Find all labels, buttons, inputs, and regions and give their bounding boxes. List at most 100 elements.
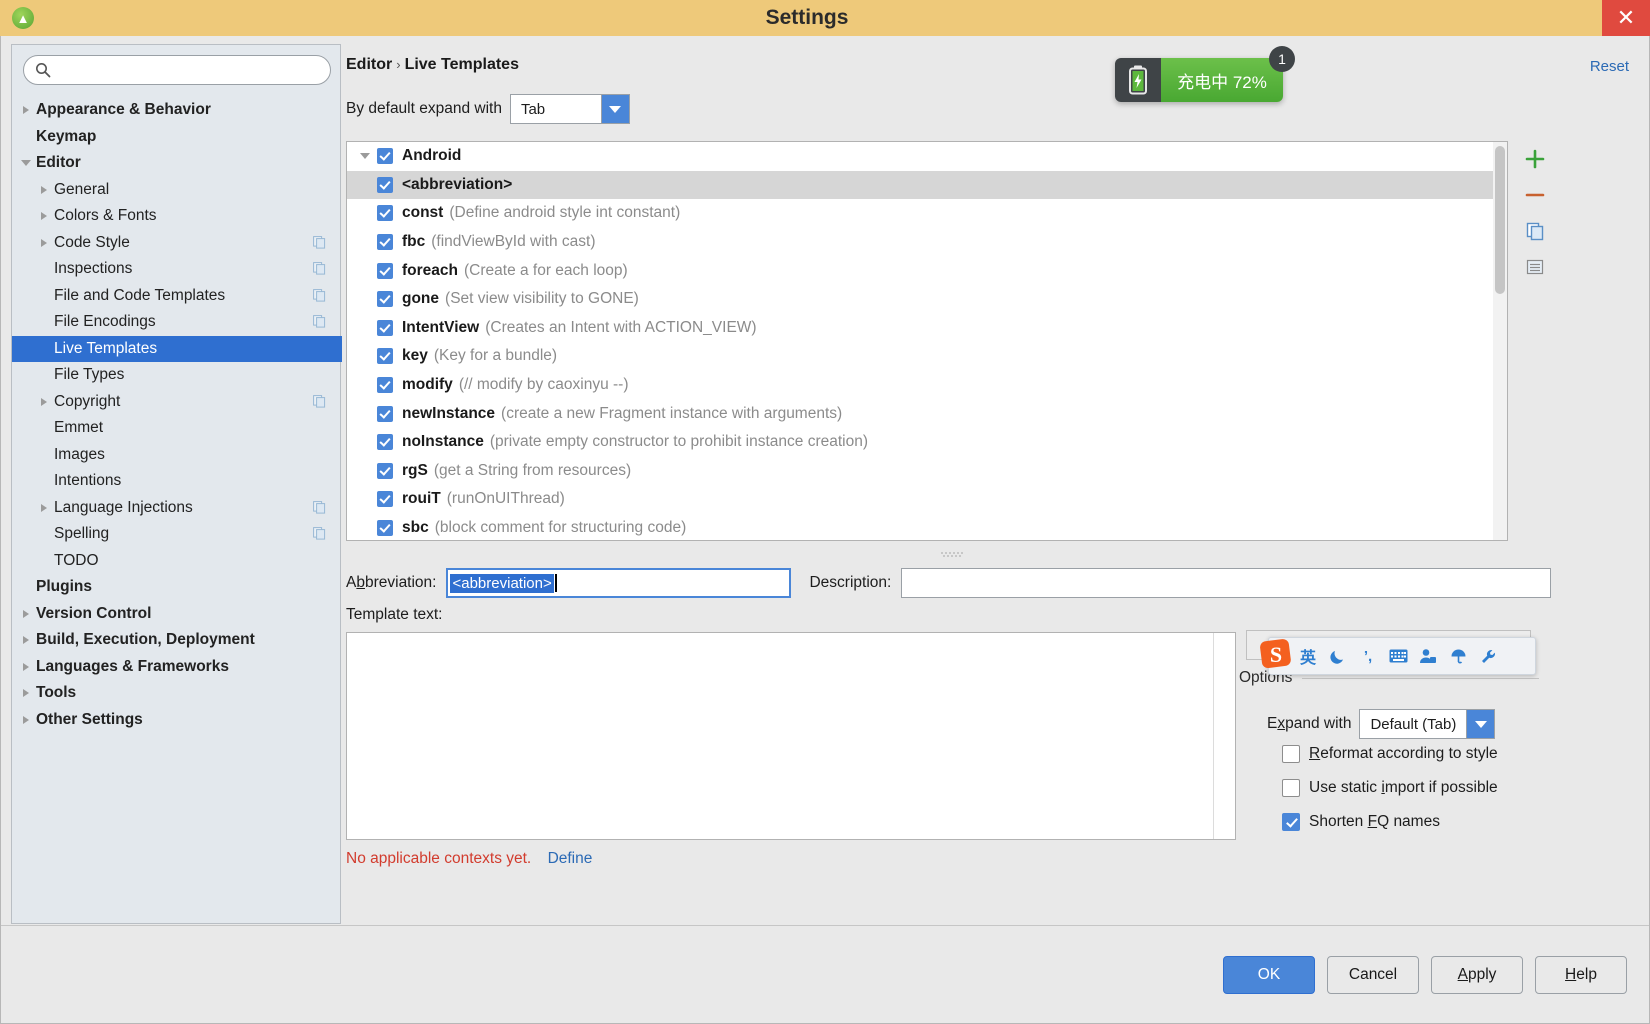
template-checkbox[interactable] (377, 462, 393, 479)
shorten-fq-checkbox[interactable] (1282, 813, 1300, 831)
define-context-link[interactable]: Define (548, 850, 593, 867)
template-row[interactable]: fbc (findViewById with cast) (347, 228, 1507, 257)
soft-keyboard-icon[interactable] (1383, 641, 1413, 671)
sidebar-item-version-control[interactable]: Version Control (12, 601, 342, 628)
default-expand-combobox[interactable]: Tab (509, 94, 630, 124)
sidebar-item-todo[interactable]: TODO (12, 548, 342, 575)
sidebar-item-live-templates[interactable]: Live Templates (12, 335, 342, 362)
breadcrumb-root[interactable]: Editor (346, 56, 392, 73)
sidebar-item-file-types[interactable]: File Types (12, 362, 342, 389)
template-checkbox[interactable] (377, 262, 393, 279)
chevron-right-icon[interactable] (34, 503, 54, 512)
sidebar-item-inspections[interactable]: Inspections (12, 256, 342, 283)
moon-icon[interactable] (1323, 641, 1353, 671)
sidebar-item-build-execution-deployment[interactable]: Build, Execution, Deployment (12, 627, 342, 654)
template-checkbox[interactable] (377, 291, 393, 308)
template-row[interactable]: newInstance (create a new Fragment instan… (347, 399, 1507, 428)
chevron-right-icon[interactable] (16, 636, 36, 645)
chevron-right-icon[interactable] (16, 662, 36, 671)
template-checkbox[interactable] (377, 520, 393, 537)
template-row[interactable]: foreach (Create a for each loop) (347, 256, 1507, 285)
sidebar-item-appearance-behavior[interactable]: Appearance & Behavior (12, 97, 342, 124)
sidebar-item-tools[interactable]: Tools (12, 680, 342, 707)
search-box[interactable] (23, 55, 331, 85)
sidebar-item-colors-fonts[interactable]: Colors & Fonts (12, 203, 342, 230)
template-row[interactable]: key (Key for a bundle) (347, 342, 1507, 371)
template-row[interactable]: <abbreviation> (347, 170, 1507, 200)
template-row[interactable]: sbc (block comment for structuring code) (347, 514, 1507, 540)
template-text-scrollbar[interactable] (1213, 633, 1235, 839)
template-checkbox[interactable] (377, 434, 393, 451)
static-import-checkbox-row[interactable]: Use static import if possible (1282, 779, 1498, 797)
template-row[interactable]: const (Define android style int constant) (347, 199, 1507, 228)
sidebar-item-copyright[interactable]: Copyright (12, 389, 342, 416)
sidebar-item-code-style[interactable]: Code Style (12, 230, 342, 257)
user-icon[interactable] (1413, 641, 1443, 671)
template-row[interactable]: IntentView (Creates an Intent with ACTION… (347, 314, 1507, 343)
description-input[interactable] (901, 568, 1551, 598)
chevron-down-icon[interactable] (353, 153, 377, 160)
reset-link[interactable]: Reset (1590, 58, 1629, 75)
template-group-row[interactable]: Android (347, 142, 1507, 171)
splitter-grip-icon[interactable] (941, 551, 967, 557)
search-input[interactable] (23, 55, 331, 85)
chevron-right-icon[interactable] (34, 397, 54, 406)
chevron-right-icon[interactable] (16, 106, 36, 115)
reformat-checkbox[interactable] (1282, 745, 1300, 763)
sidebar-item-spelling[interactable]: Spelling (12, 521, 342, 548)
sidebar-item-editor[interactable]: Editor (12, 150, 342, 177)
chevron-down-icon[interactable] (600, 95, 629, 123)
template-checkbox[interactable] (377, 234, 393, 251)
ok-button[interactable]: OK (1223, 955, 1315, 994)
chinese-english-toggle-icon[interactable]: 英 (1293, 641, 1323, 671)
template-checkbox[interactable] (377, 491, 393, 508)
sogou-logo-icon[interactable]: S (1259, 637, 1293, 671)
sidebar-item-other-settings[interactable]: Other Settings (12, 707, 342, 734)
chevron-right-icon[interactable] (34, 212, 54, 221)
chevron-down-icon[interactable] (16, 160, 36, 167)
template-checkbox[interactable] (377, 205, 393, 222)
sidebar-item-intentions[interactable]: Intentions (12, 468, 342, 495)
sidebar-item-language-injections[interactable]: Language Injections (12, 495, 342, 522)
remove-template-button[interactable] (1516, 177, 1554, 213)
sidebar-item-file-encodings[interactable]: File Encodings (12, 309, 342, 336)
sidebar-item-general[interactable]: General (12, 177, 342, 204)
reformat-checkbox-row[interactable]: Reformat according to style (1282, 745, 1498, 763)
shorten-fq-checkbox-row[interactable]: Shorten FQ names (1282, 813, 1440, 831)
static-import-checkbox[interactable] (1282, 779, 1300, 797)
template-group-button[interactable] (1516, 249, 1554, 285)
sidebar-item-emmet[interactable]: Emmet (12, 415, 342, 442)
template-checkbox[interactable] (377, 176, 393, 193)
template-checkbox[interactable] (377, 405, 393, 422)
template-checkbox[interactable] (377, 148, 393, 165)
template-checkbox[interactable] (377, 348, 393, 365)
template-row[interactable]: rouiT (runOnUIThread) (347, 485, 1507, 514)
chevron-right-icon[interactable] (16, 609, 36, 618)
sidebar-item-images[interactable]: Images (12, 442, 342, 469)
template-row[interactable]: rgS (get a String from resources) (347, 457, 1507, 486)
chevron-right-icon[interactable] (34, 238, 54, 247)
template-checkbox[interactable] (377, 377, 393, 394)
punctuation-icon[interactable]: ’, (1353, 641, 1383, 671)
scrollbar-thumb[interactable] (1495, 146, 1505, 294)
cancel-button[interactable]: Cancel (1327, 955, 1419, 994)
wrench-icon[interactable] (1473, 641, 1503, 671)
sogou-ime-toolbar[interactable]: S 英 ’, (1260, 637, 1536, 675)
sidebar-item-plugins[interactable]: Plugins (12, 574, 342, 601)
template-text-editor[interactable] (346, 632, 1236, 840)
chevron-down-icon[interactable] (1466, 710, 1495, 738)
close-window-button[interactable]: ✕ (1602, 0, 1650, 36)
template-checkbox[interactable] (377, 319, 393, 336)
live-templates-list[interactable]: Android <abbreviation> const (Define androi… (346, 141, 1508, 541)
live-templates-scrollbar[interactable] (1493, 142, 1507, 540)
template-row[interactable]: noInstance (private empty constructor to … (347, 428, 1507, 457)
sidebar-item-keymap[interactable]: Keymap (12, 124, 342, 151)
help-button[interactable]: Help (1535, 955, 1627, 994)
chevron-right-icon[interactable] (16, 715, 36, 724)
add-template-button[interactable] (1516, 141, 1554, 177)
duplicate-template-button[interactable] (1516, 213, 1554, 249)
chevron-right-icon[interactable] (34, 185, 54, 194)
umbrella-icon[interactable] (1443, 641, 1473, 671)
sidebar-item-file-and-code-templates[interactable]: File and Code Templates (12, 283, 342, 310)
template-row[interactable]: gone (Set view visibility to GONE) (347, 285, 1507, 314)
